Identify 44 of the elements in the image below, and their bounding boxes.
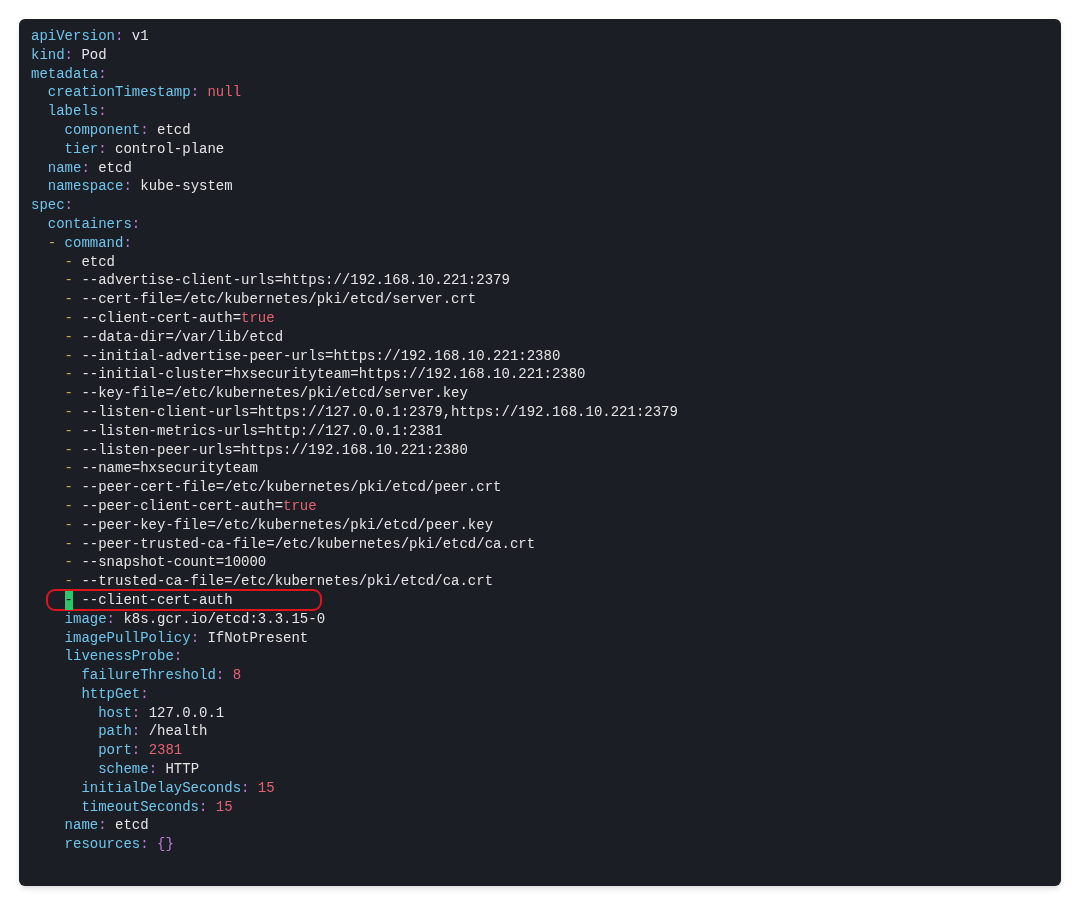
code-line: tier: control-plane <box>64 139 225 159</box>
code-line: host: 127.0.0.1 <box>98 703 225 723</box>
code-line: spec: <box>31 196 73 215</box>
code-line: - --advertise-client-urls=https://192.168.10.221:2379 <box>64 271 510 291</box>
code-line: name: etcd <box>47 158 132 178</box>
code-line: name: etcd <box>64 816 149 836</box>
code-line: initialDelaySeconds: 15 <box>81 778 275 798</box>
code-line: - --name=hxsecurityteam <box>64 459 258 479</box>
code-line: failureThreshold: 8 <box>81 666 242 685</box>
code-line: timeoutSeconds: 15 <box>81 797 233 817</box>
code-line: component: etcd <box>64 121 191 140</box>
code-line: path: /health <box>98 722 208 742</box>
code-line: containers: <box>47 214 141 234</box>
code-line: apiVersion: v1 <box>31 27 149 46</box>
code-line: labels: <box>47 102 107 121</box>
code-line: - --initial-advertise-peer-urls=https://192.168.10.221:2380 <box>64 346 561 366</box>
code-line: - --cert-file=/etc/kubernetes/pki/etcd/server.crt <box>64 290 477 309</box>
code-line: - --key-file=/etc/kubernetes/pki/etcd/server.key <box>64 384 468 403</box>
code-line: - command: <box>47 233 132 253</box>
code-line: namespace: kube-system <box>47 177 233 197</box>
code-line: - --peer-trusted-ca-file=/etc/kubernetes/pki/etcd/ca.crt <box>64 534 536 554</box>
code-line: httpGet: <box>81 684 149 704</box>
code-line: metadata: <box>31 64 107 84</box>
code-line: kind: Pod <box>31 45 107 65</box>
code-line: creationTimestamp: null <box>47 83 242 103</box>
code-line: - --client-cert-auth <box>45 589 322 612</box>
code-line: scheme: HTTP <box>98 760 200 779</box>
code-line: image: k8s.gcr.io/etcd:3.3.15-0 <box>64 609 326 629</box>
code-line: - --listen-peer-urls=https://192.168.10.221:2380 <box>64 440 468 460</box>
code-line: - --listen-metrics-urls=http://127.0.0.1:2381 <box>64 421 443 441</box>
code-line: - --peer-cert-file=/etc/kubernetes/pki/etcd/peer.crt <box>64 478 502 497</box>
code-line: - --trusted-ca-file=/etc/kubernetes/pki/etcd/ca.crt <box>64 572 494 591</box>
code-line: - etcd <box>64 252 115 272</box>
code-line: port: 2381 <box>98 741 183 761</box>
code-line: livenessProbe: <box>64 647 183 667</box>
code-line: imagePullPolicy: IfNotPresent <box>64 628 309 648</box>
code-line: - --peer-client-cert-auth=true <box>64 496 317 516</box>
code-line: - --snapshot-count=10000 <box>64 553 267 573</box>
code-line: - --listen-client-urls=https://127.0.0.1:2379,https://192.168.10.221:2379 <box>64 402 678 422</box>
code-line: - --data-dir=/var/lib/etcd <box>64 327 284 347</box>
code-line: - --client-cert-auth=true <box>64 308 275 328</box>
code-line: - --initial-cluster=hxsecurityteam=https://192.168.10.221:2380 <box>64 365 586 385</box>
code-line: - --peer-key-file=/etc/kubernetes/pki/etcd/peer.key <box>64 515 494 535</box>
code-line: resources: {} <box>64 835 174 855</box>
